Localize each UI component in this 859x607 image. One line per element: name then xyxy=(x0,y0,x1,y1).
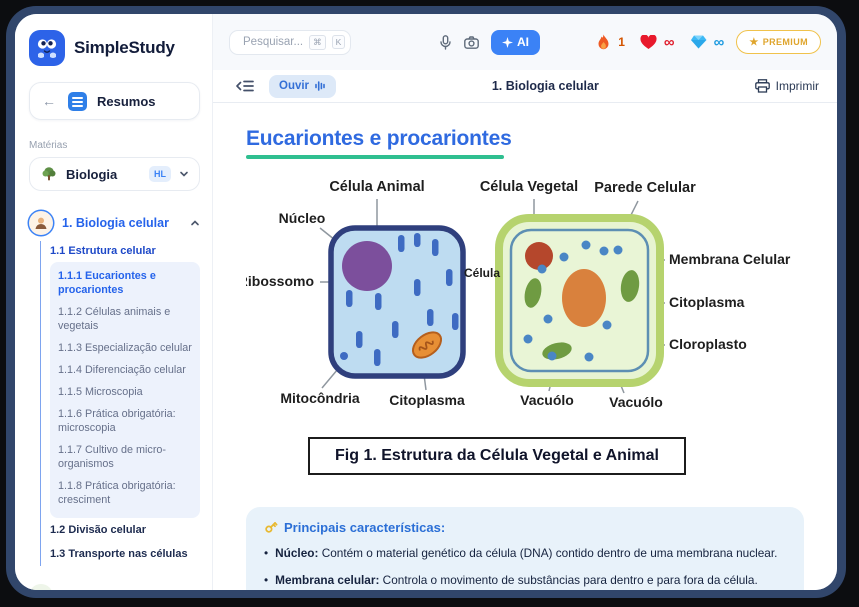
ai-label: AI xyxy=(517,35,529,49)
label-celula-vegetal: Célula Vegetal xyxy=(480,179,578,195)
listen-label: Ouvir xyxy=(279,80,309,92)
document-icon xyxy=(68,92,87,111)
heart-icon[interactable] xyxy=(640,35,657,50)
audio-waveform-icon xyxy=(314,80,326,92)
characteristics-box: Principais características: • Núcleo: Co… xyxy=(246,507,804,591)
label-citoplasma-animal: Citoplasma xyxy=(389,392,465,408)
search-placeholder: Pesquisar... xyxy=(243,36,303,48)
app-title: SimpleStudy xyxy=(74,38,175,58)
topic-item[interactable]: 1.1.2 Células animais e vegetais xyxy=(58,305,192,333)
info-box-title: Principais características: xyxy=(284,520,445,535)
topic-item-active[interactable]: 1.1.1 Eucariontes e procariontes xyxy=(58,269,192,297)
content-scroll-area[interactable]: Eucariontes e procariontes xyxy=(213,103,837,590)
cell-diagram: Célula Animal Célula Vegetal Parede Celu… xyxy=(246,173,816,418)
resumos-label: Resumos xyxy=(97,94,156,109)
page-title: 1. Biologia celular xyxy=(336,79,755,93)
heading-underline xyxy=(246,155,504,159)
kbd-k: K xyxy=(332,35,346,49)
listen-button[interactable]: Ouvir xyxy=(269,75,336,98)
subject-name: Biologia xyxy=(66,167,141,182)
topbar: Pesquisar... ⌘ K xyxy=(213,14,837,70)
stats-cluster: 1 ∞ ∞ xyxy=(596,34,724,51)
topic-item[interactable]: 1.1.5 Microscopia xyxy=(58,385,192,399)
device-frame: SimpleStudy ← Resumos Matérias Biologia … xyxy=(6,6,846,598)
subject-selector[interactable]: Biologia HL xyxy=(29,157,200,191)
main-area: Pesquisar... ⌘ K xyxy=(213,14,837,590)
sidebar: SimpleStudy ← Resumos Matérias Biologia … xyxy=(15,14,213,590)
bullet-text: Controla o movimento de substâncias para… xyxy=(383,573,758,587)
label-ribossomo: Ribossomo xyxy=(246,273,314,289)
section-label: 1. Biologia celular xyxy=(62,216,181,230)
chevron-up-icon[interactable] xyxy=(190,218,200,228)
tree-icon xyxy=(40,165,58,183)
bullet-term: Membrana celular: xyxy=(275,573,379,587)
chevron-down-icon[interactable] xyxy=(179,169,189,179)
bullet-term: Núcleo: xyxy=(275,546,318,560)
label-vacuolo-left: Vacuólo xyxy=(520,392,574,408)
section1-avatar xyxy=(29,211,53,235)
premium-label: PREMIUM xyxy=(763,37,808,47)
premium-button[interactable]: ★ PREMIUM xyxy=(736,30,821,54)
camera-button[interactable] xyxy=(461,32,481,52)
topic-item[interactable]: 1.1.4 Diferenciação celular xyxy=(58,363,192,377)
star-icon: ★ xyxy=(749,37,758,48)
label-parede-celular: Parede Celular xyxy=(594,180,696,196)
back-arrow-icon[interactable]: ← xyxy=(40,93,58,109)
list-item: • Membrana celular: Controla o movimento… xyxy=(264,572,786,589)
label-nucleo: Núcleo xyxy=(279,210,326,226)
section2-avatar xyxy=(29,584,53,590)
search-input[interactable]: Pesquisar... ⌘ K xyxy=(229,30,351,55)
label-celula: Célula xyxy=(464,266,500,280)
chapter-nav: 1. Biologia celular 1.1 Estrutura celula… xyxy=(29,207,200,590)
topic-heading: Eucariontes e procariontes xyxy=(246,127,512,151)
bullet-text: Contém o material genético da célula (DN… xyxy=(322,546,778,560)
simplestudy-logo-icon xyxy=(29,30,65,66)
topic-list: 1.1.1 Eucariontes e procariontes 1.1.2 C… xyxy=(50,262,200,518)
streak-count: 1 xyxy=(618,35,625,49)
list-item: • Núcleo: Contém o material genético da … xyxy=(264,545,786,562)
animal-nucleus xyxy=(342,241,392,291)
key-icon xyxy=(264,520,278,534)
sidebar-section-organizacao[interactable]: 2. Organização xyxy=(29,580,200,590)
camera-icon xyxy=(464,36,479,49)
microphone-button[interactable] xyxy=(435,32,455,52)
label-celula-animal: Célula Animal xyxy=(329,179,424,195)
topic-item[interactable]: 1.1.8 Prática obrigatória: cresciment xyxy=(58,479,192,507)
hearts-count: ∞ xyxy=(664,34,675,51)
figure-caption: Fig 1. Estrutura da Célula Vegetal e Ani… xyxy=(308,437,686,475)
label-membrana-celular: Membrana Celular xyxy=(669,251,791,267)
topic-item[interactable]: 1.1.7 Cultivo de micro-organismos xyxy=(58,443,192,471)
content-toolbar: Ouvir 1. Biologia celular Imprimir xyxy=(213,70,837,103)
label-vacuolo-right: Vacuólo xyxy=(609,394,663,410)
sidebar-section-biologia-celular[interactable]: 1. Biologia celular xyxy=(29,207,200,239)
label-cloroplasto: Cloroplasto xyxy=(669,336,747,352)
ai-button[interactable]: AI xyxy=(491,30,540,55)
app-window: SimpleStudy ← Resumos Matérias Biologia … xyxy=(15,14,837,590)
topic-item[interactable]: 1.1.6 Prática obrigatória: microscopia xyxy=(58,407,192,435)
topic-item[interactable]: 1.1.3 Especialização celular xyxy=(58,341,192,355)
logo-row: SimpleStudy xyxy=(29,30,200,66)
sidebar-item-divisao-celular[interactable]: 1.2 Divisão celular xyxy=(50,518,200,542)
chapter-subtree: 1.1 Estrutura celular 1.1.1 Eucariontes … xyxy=(40,241,200,566)
sidebar-item-transporte-celulas[interactable]: 1.3 Transporte nas células xyxy=(50,542,200,566)
gem-icon[interactable] xyxy=(690,35,707,49)
materias-label: Matérias xyxy=(29,140,200,151)
label-citoplasma-plant: Citoplasma xyxy=(669,294,745,310)
plant-vacuole xyxy=(562,269,606,327)
sidebar-item-estrutura-celular[interactable]: 1.1 Estrutura celular xyxy=(50,241,200,262)
resumos-back-card[interactable]: ← Resumos xyxy=(29,82,200,120)
streak-flame-icon[interactable] xyxy=(596,34,611,51)
sparkle-icon xyxy=(502,37,513,48)
collapse-sidebar-icon[interactable] xyxy=(235,78,255,94)
section-label: 2. Organização xyxy=(62,589,181,590)
print-label: Imprimir xyxy=(776,79,819,93)
label-mitocondria: Mitocôndria xyxy=(280,390,360,406)
gems-count: ∞ xyxy=(714,34,725,51)
level-badge: HL xyxy=(149,166,171,182)
printer-icon xyxy=(755,79,770,93)
print-button[interactable]: Imprimir xyxy=(755,79,819,93)
microphone-icon xyxy=(439,35,452,50)
kbd-cmd: ⌘ xyxy=(309,35,326,50)
